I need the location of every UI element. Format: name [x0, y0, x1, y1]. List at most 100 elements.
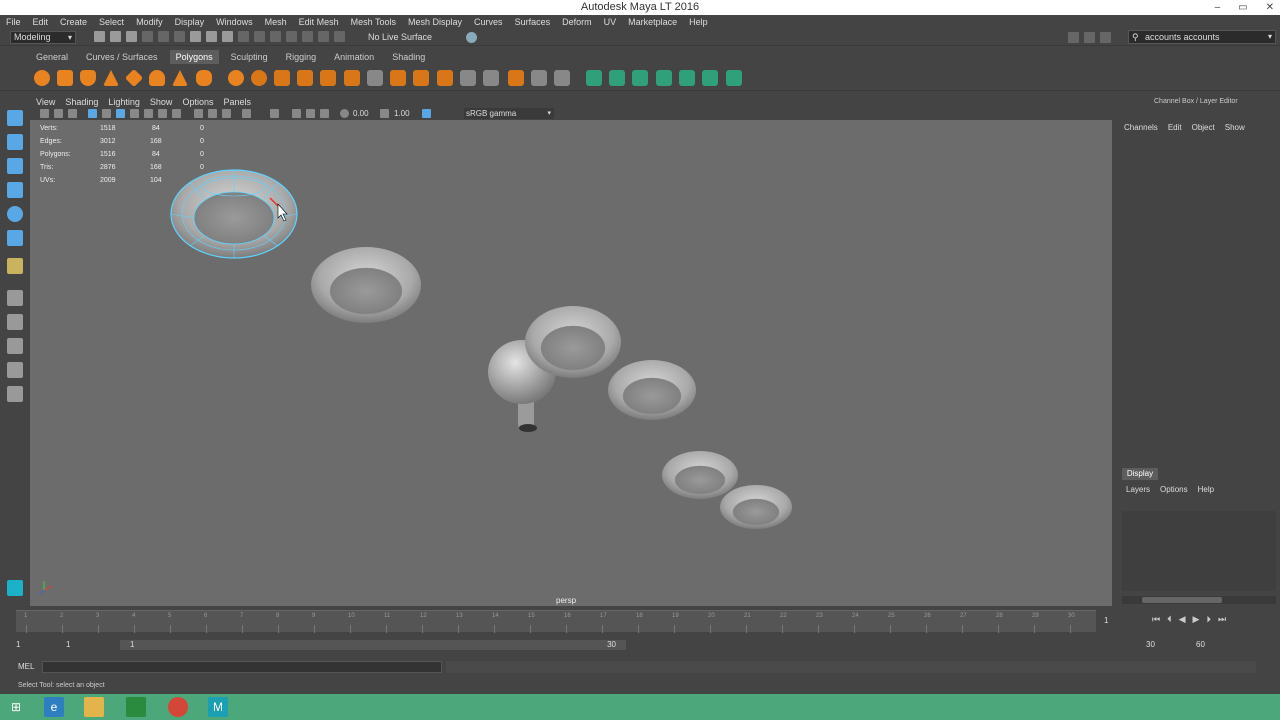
snap-curve-icon[interactable] — [270, 31, 281, 42]
scale-tool-icon[interactable] — [7, 230, 23, 246]
multi-cut-icon[interactable] — [367, 70, 383, 86]
ring-mesh[interactable] — [608, 360, 696, 420]
target-weld-icon[interactable] — [508, 70, 524, 86]
ring-mesh[interactable] — [311, 247, 421, 323]
menu-create[interactable]: Create — [60, 17, 87, 27]
last-tool-icon[interactable] — [7, 258, 23, 274]
planar-map-icon[interactable] — [609, 70, 625, 86]
play-forward-icon[interactable]: ▶ — [1193, 614, 1200, 625]
redo-icon[interactable] — [158, 31, 169, 42]
ring-mesh[interactable] — [720, 485, 792, 529]
poly-torus-icon[interactable] — [149, 70, 165, 86]
scrollbar-thumb[interactable] — [1142, 597, 1222, 603]
new-scene-icon[interactable] — [94, 31, 105, 42]
maximize-icon[interactable]: ▭ — [1238, 0, 1247, 15]
menu-curves[interactable]: Curves — [474, 17, 503, 27]
tab-polygons[interactable]: Polygons — [169, 50, 219, 64]
camera-attributes-icon[interactable] — [54, 109, 63, 118]
lights-icon[interactable] — [158, 109, 167, 118]
ambient-occlusion-icon[interactable] — [242, 109, 251, 118]
time-slider-track[interactable]: 1 2 3 4 5 6 7 8 9 10 11 12 13 14 15 16 17 18 19 20 21 22 23 24 2… — [16, 610, 1096, 633]
poly-plane-icon[interactable] — [124, 68, 144, 88]
menu-mesh[interactable]: Mesh — [265, 17, 287, 27]
extract-icon[interactable] — [274, 70, 290, 86]
playback-start-field[interactable]: 1 — [66, 639, 70, 651]
store-icon[interactable] — [126, 697, 146, 717]
uv-unfold-icon[interactable] — [726, 70, 742, 86]
panel-menu-lighting[interactable]: Lighting — [108, 97, 140, 107]
grid-icon[interactable] — [88, 109, 97, 118]
ring-mesh[interactable] — [525, 306, 621, 378]
menu-marketplace[interactable]: Marketplace — [628, 17, 677, 27]
cylindrical-map-icon[interactable] — [632, 70, 648, 86]
panel-menu-view[interactable]: View — [36, 97, 55, 107]
command-input[interactable] — [42, 661, 442, 673]
horizontal-scrollbar[interactable] — [1122, 596, 1276, 604]
safe-action-icon[interactable] — [320, 109, 329, 118]
tool-settings-icon[interactable] — [1100, 32, 1111, 43]
workspace-icon[interactable] — [1068, 32, 1079, 43]
tab-animation[interactable]: Animation — [328, 50, 380, 64]
menu-edit[interactable]: Edit — [33, 17, 49, 27]
merge-icon[interactable] — [531, 70, 547, 86]
step-forward-icon[interactable]: ⏵ — [1206, 614, 1211, 625]
tab-sculpting[interactable]: Sculpting — [225, 50, 274, 64]
snap-grid-icon[interactable] — [254, 31, 265, 42]
resolution-gate-icon[interactable] — [270, 109, 279, 118]
search-field[interactable]: ⚲ accounts accounts ▾ — [1128, 30, 1276, 44]
make-live-icon[interactable] — [334, 31, 345, 42]
menu-help[interactable]: Help — [689, 17, 708, 27]
save-scene-icon[interactable] — [126, 31, 137, 42]
menu-modify[interactable]: Modify — [136, 17, 163, 27]
internet-explorer-icon[interactable]: e — [44, 697, 64, 717]
persp-outliner-icon[interactable] — [7, 338, 23, 354]
tab-general[interactable]: General — [30, 50, 74, 64]
separate-icon[interactable] — [251, 70, 267, 86]
paint-select-icon[interactable] — [7, 158, 23, 174]
undo-icon[interactable] — [142, 31, 153, 42]
uv-editor-icon[interactable] — [586, 70, 602, 86]
file-explorer-icon[interactable] — [84, 697, 104, 717]
tab-curves-surfaces[interactable]: Curves / Surfaces — [80, 50, 164, 64]
append-icon[interactable] — [437, 70, 453, 86]
open-scene-icon[interactable] — [110, 31, 121, 42]
range-bar[interactable]: 1 30 — [120, 640, 626, 650]
isolate-select-icon[interactable] — [222, 109, 231, 118]
panel-menu-shading[interactable]: Shading — [65, 97, 98, 107]
menu-surfaces[interactable]: Surfaces — [515, 17, 551, 27]
automatic-map-icon[interactable] — [679, 70, 695, 86]
step-back-icon[interactable]: ⏴ — [1167, 614, 1172, 625]
move-tool-icon[interactable] — [7, 182, 23, 198]
poly-cube-icon[interactable] — [57, 70, 73, 86]
menu-set-dropdown[interactable]: Modeling ▾ — [10, 31, 76, 44]
poly-cylinder-icon[interactable] — [80, 70, 96, 86]
uv-layout-icon[interactable] — [702, 70, 718, 86]
single-perspective-icon[interactable] — [7, 290, 23, 306]
select-hierarchy-icon[interactable] — [190, 31, 201, 42]
layout-icon[interactable] — [7, 386, 23, 402]
play-backward-icon[interactable]: ◀ — [1179, 614, 1186, 625]
select-component-icon[interactable] — [222, 31, 233, 42]
wireframe-on-shaded-icon[interactable] — [130, 109, 139, 118]
persp-graph-icon[interactable] — [7, 362, 23, 378]
menu-mesh-display[interactable]: Mesh Display — [408, 17, 462, 27]
menu-options[interactable]: Options — [1160, 485, 1188, 494]
menu-edit[interactable]: Edit — [1168, 123, 1182, 132]
combine-icon[interactable] — [228, 70, 244, 86]
fill-hole-icon[interactable] — [554, 70, 570, 86]
playback-end-field[interactable]: 30 — [1146, 639, 1155, 651]
menu-help[interactable]: Help — [1198, 485, 1214, 494]
current-frame-field[interactable]: 1 — [1104, 616, 1108, 625]
lasso-tool-icon[interactable] — [7, 134, 23, 150]
poly-sphere-icon[interactable] — [34, 70, 50, 86]
tab-display[interactable]: Display — [1122, 468, 1158, 480]
bridge-icon[interactable] — [413, 70, 429, 86]
menu-deform[interactable]: Deform — [562, 17, 592, 27]
gamma-value[interactable]: 1.00 — [394, 108, 410, 120]
menu-mesh-tools[interactable]: Mesh Tools — [351, 17, 396, 27]
script-language-label[interactable]: MEL — [18, 661, 34, 673]
attribute-editor-icon[interactable] — [1084, 32, 1095, 43]
smooth-icon[interactable] — [297, 70, 313, 86]
boolean-icon[interactable] — [320, 70, 336, 86]
xray-icon[interactable] — [194, 109, 203, 118]
